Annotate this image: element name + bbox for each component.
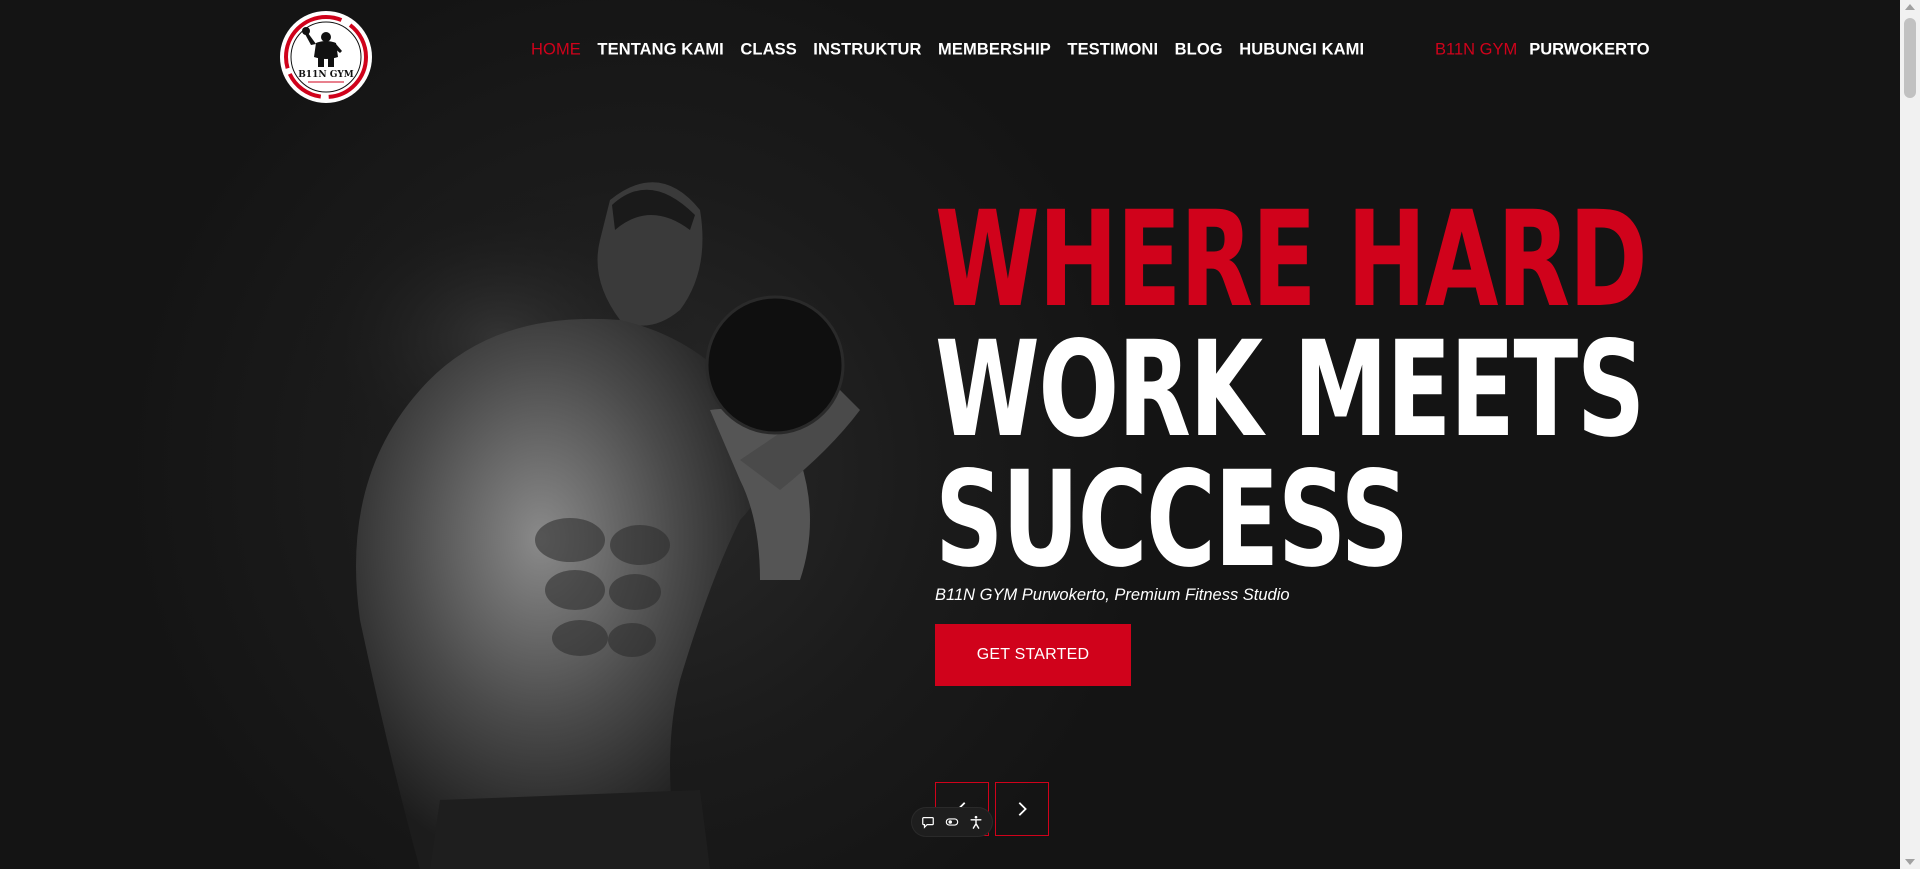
nav-blog[interactable]: BLOG: [1175, 41, 1223, 60]
scroll-up-arrow[interactable]: [1905, 4, 1915, 10]
accessibility-toolbar: [912, 808, 992, 836]
gym-logo-icon: B11N GYM: [284, 15, 368, 99]
headline-line-2: WORK MEETS: [935, 313, 1645, 467]
nav-instruktur[interactable]: INSTRUKTUR: [813, 41, 921, 60]
chat-icon[interactable]: [920, 814, 936, 830]
nav-tentang-kami[interactable]: TENTANG KAMI: [597, 41, 723, 60]
page-scrollbar[interactable]: [1900, 0, 1920, 869]
hero-subtitle: B11N GYM Purwokerto, Premium Fitness Stu…: [935, 586, 1290, 604]
toggle-icon[interactable]: [944, 814, 960, 830]
page: B11N GYM HOME TENTANG KAMI CLASS INSTRUK…: [0, 0, 1900, 869]
brand-location: B11N GYM PURWOKERTO: [1435, 41, 1650, 60]
nav-hubungi-kami[interactable]: HUBUNGI KAMI: [1239, 41, 1364, 60]
main-nav: HOME TENTANG KAMI CLASS INSTRUKTUR MEMBE…: [531, 41, 1381, 60]
hero-athlete-image: [300, 182, 860, 869]
nav-class[interactable]: CLASS: [740, 41, 796, 60]
get-started-button[interactable]: GET STARTED: [935, 624, 1131, 686]
nav-testimoni[interactable]: TESTIMONI: [1067, 41, 1158, 60]
brand-name: B11N GYM: [1435, 40, 1518, 59]
nav-home[interactable]: HOME: [531, 41, 581, 60]
scroll-thumb[interactable]: [1904, 18, 1916, 98]
chevron-right-icon: [1018, 802, 1027, 816]
logo-text: B11N GYM: [298, 70, 354, 80]
hero-headline: WHERE HARD WORK MEETS SUCCESS: [935, 183, 1900, 597]
nav-membership[interactable]: MEMBERSHIP: [938, 41, 1051, 60]
site-logo[interactable]: B11N GYM: [280, 11, 372, 103]
headline-line-3: SUCCESS: [935, 443, 1409, 597]
brand-city: PURWOKERTO: [1529, 40, 1650, 59]
headline-line-1: WHERE HARD: [935, 183, 1648, 337]
slider-next-button[interactable]: [995, 782, 1049, 836]
accessibility-icon[interactable]: [968, 814, 984, 830]
scroll-down-arrow[interactable]: [1905, 859, 1915, 865]
